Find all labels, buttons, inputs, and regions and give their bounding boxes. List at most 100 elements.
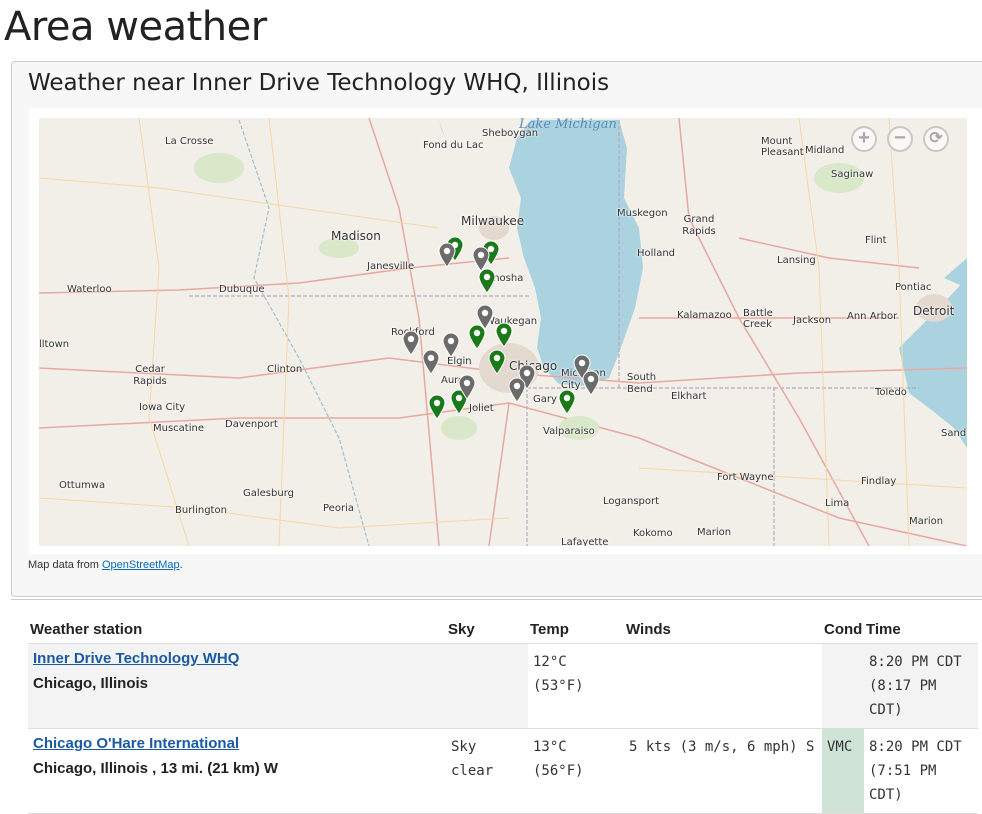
- city-label: Galesburg: [243, 488, 294, 499]
- city-label: Grand Rapids: [682, 214, 716, 237]
- station-location: Chicago, Illinois , 13 mi. (21 km) W: [33, 760, 279, 777]
- mississippi-river: [238, 119, 370, 546]
- city-label: Clinton: [267, 364, 303, 375]
- city-label: Muscatine: [153, 423, 204, 434]
- city-label: Janesville: [367, 261, 415, 272]
- road-13: [268, 118, 290, 546]
- station-marker-icon[interactable]: [442, 332, 460, 358]
- city-label: Ann Arbor: [847, 311, 898, 322]
- map-panel-title: Weather near Inner Drive Technology WHQ,…: [28, 70, 610, 96]
- city-label: Peoria: [323, 503, 354, 514]
- table-row: Inner Drive Technology WHQ Chicago, Illi…: [28, 643, 978, 729]
- lake-winnebago: [439, 120, 445, 138]
- temp-celsius: 13°C: [533, 739, 567, 755]
- section-divider: [11, 599, 982, 600]
- city-label: Valparaiso: [543, 426, 595, 437]
- time-cell: 8:20 PM CDT (8:17 PM CDT): [864, 643, 978, 729]
- city-label: Cedar Rapids: [133, 364, 167, 387]
- sky-cell: [446, 643, 528, 729]
- city-label: Detroit: [913, 304, 955, 318]
- weather-table: Weather station Sky Temp Winds Cond Time…: [28, 616, 978, 814]
- openstreetmap-link[interactable]: OpenStreetMap: [102, 559, 180, 571]
- city-label: Mount Pleasant: [761, 136, 804, 158]
- city-label: Davenport: [225, 419, 278, 430]
- station-marker-icon[interactable]: [508, 377, 526, 403]
- winds-value: 5 kts (3 m/s, 6 mph) S: [629, 739, 815, 755]
- city-label: Milwaukee: [461, 214, 525, 228]
- zoom-out-button[interactable]: −: [887, 126, 913, 152]
- road-8: [738, 237, 920, 269]
- city-label: Sandusky: [941, 428, 967, 439]
- zoom-in-button[interactable]: +: [851, 126, 877, 152]
- city-label: Madison: [331, 229, 381, 243]
- city-label: Lima: [825, 498, 850, 509]
- sky-value-2: clear: [451, 763, 494, 779]
- city-label: Flint: [865, 235, 887, 246]
- city-label: Pontiac: [895, 282, 932, 293]
- city-label: Kalamazoo: [677, 310, 732, 321]
- road-11: [39, 497, 510, 529]
- city-label: Marion: [909, 516, 944, 527]
- city-label: Muskegon: [617, 208, 668, 219]
- weather-map[interactable]: La Crosse Fond du Lac Sheboygan Mount Pl…: [39, 118, 967, 546]
- road-10: [39, 177, 440, 229]
- sky-value: Sky: [451, 739, 477, 755]
- city-label: lltown: [39, 339, 70, 350]
- station-location: Chicago, Illinois: [33, 675, 149, 692]
- station-cell: Inner Drive Technology WHQ Chicago, Illi…: [28, 643, 446, 729]
- station-link[interactable]: Inner Drive Technology WHQ: [33, 650, 239, 667]
- cond-cell: [822, 643, 864, 729]
- city-label: Ottumwa: [59, 480, 106, 491]
- header-time: Time: [864, 616, 978, 644]
- station-link[interactable]: Chicago O'Hare International: [33, 735, 239, 752]
- station-marker-icon[interactable]: [458, 374, 476, 400]
- lake-michigan: [509, 120, 643, 386]
- city-label: Joliet: [469, 403, 494, 414]
- city-label: Battle Creek: [743, 308, 773, 330]
- header-temp: Temp: [528, 616, 624, 644]
- station-marker-icon[interactable]: [472, 246, 490, 272]
- cond-cell: VMC: [822, 728, 864, 814]
- station-marker-icon[interactable]: [438, 242, 456, 268]
- road-12: [138, 118, 190, 546]
- temp-cell: 12°C (53°F): [528, 643, 624, 729]
- lake-st-clair: [944, 258, 967, 288]
- winds-cell: 5 kts (3 m/s, 6 mph) S: [624, 728, 822, 814]
- city-label: Fond du Lac: [423, 140, 484, 151]
- station-marker-active-icon[interactable]: [488, 349, 506, 375]
- station-marker-active-icon[interactable]: [495, 322, 513, 348]
- time-zone: CDT): [869, 702, 903, 718]
- map-container: La Crosse Fond du Lac Sheboygan Mount Pl…: [29, 108, 982, 554]
- park-3: [441, 416, 477, 440]
- time-cell: 8:20 PM CDT (7:51 PM CDT): [864, 728, 978, 814]
- city-label: Jackson: [793, 315, 832, 326]
- time-observed: (8:17 PM: [869, 678, 937, 694]
- attribution-suffix: .: [179, 559, 183, 571]
- time-zone: CDT): [869, 787, 903, 803]
- cond-value: VMC: [827, 739, 853, 755]
- lake-label: Lake Michigan: [519, 118, 617, 132]
- time-value: 8:20 PM CDT: [869, 739, 962, 755]
- time-value: 8:20 PM CDT: [869, 654, 962, 670]
- station-marker-icon[interactable]: [422, 349, 440, 375]
- city-label: Waterloo: [67, 284, 112, 295]
- city-label: Kokomo: [633, 528, 673, 539]
- header-winds: Winds: [624, 616, 822, 644]
- winds-cell: [624, 643, 822, 729]
- station-marker-active-icon[interactable]: [428, 394, 446, 420]
- header-cond: Cond: [822, 616, 864, 644]
- station-marker-icon[interactable]: [476, 304, 494, 330]
- station-marker-icon[interactable]: [582, 370, 600, 396]
- city-label: Holland: [637, 248, 676, 259]
- city-label: Logansport: [603, 496, 660, 507]
- temp-fahrenheit: (56°F): [533, 763, 584, 779]
- station-marker-active-icon[interactable]: [558, 389, 576, 415]
- city-label: Gary: [533, 394, 557, 405]
- road-16: [638, 467, 967, 489]
- city-label: Dubuque: [219, 284, 265, 295]
- reset-view-button[interactable]: ⟳: [923, 126, 949, 152]
- station-cell: Chicago O'Hare International Chicago, Il…: [28, 728, 446, 814]
- table-header-row: Weather station Sky Temp Winds Cond Time: [28, 616, 978, 644]
- station-marker-icon[interactable]: [402, 330, 420, 356]
- city-label: Elkhart: [671, 391, 707, 402]
